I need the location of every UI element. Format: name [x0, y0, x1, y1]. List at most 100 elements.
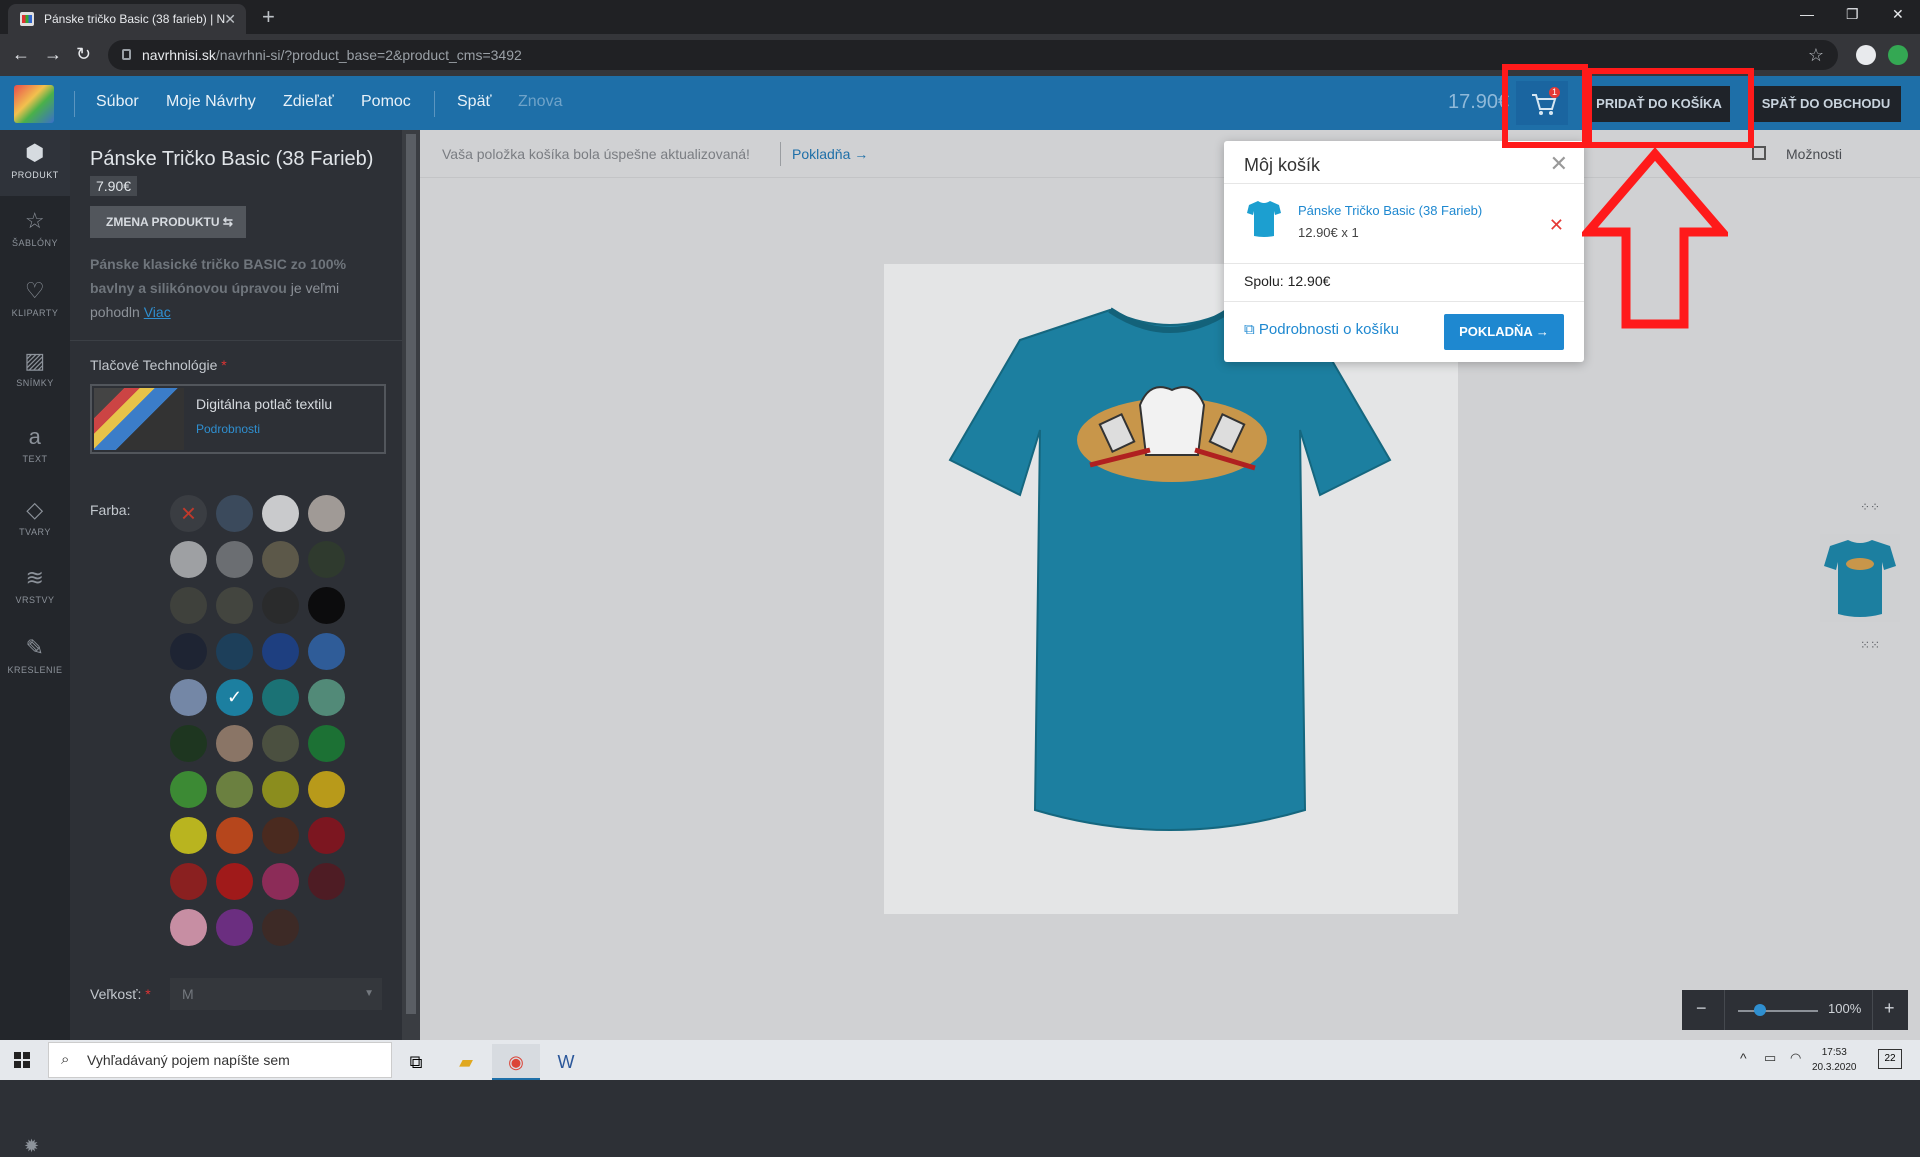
cart-details-link[interactable]: ⧉ Podrobnosti o košíku	[1244, 321, 1399, 338]
minimize-icon[interactable]: —	[1800, 6, 1814, 22]
color-swatch[interactable]	[216, 633, 253, 670]
color-swatch[interactable]	[216, 679, 253, 716]
color-swatch[interactable]	[308, 817, 345, 854]
close-icon[interactable]: ✕	[1550, 151, 1568, 177]
rail-item-layers[interactable]: ≋ VRSTVY	[0, 555, 70, 621]
color-swatch[interactable]	[308, 725, 345, 762]
tshirt-preview[interactable]	[940, 290, 1400, 900]
color-swatch[interactable]	[262, 863, 299, 900]
view-thumbnail-front[interactable]	[1820, 534, 1900, 622]
rail-item-templates[interactable]: ☆ ŠABLÓNY	[0, 198, 70, 264]
color-swatch[interactable]	[216, 541, 253, 578]
color-swatch[interactable]	[308, 863, 345, 900]
color-swatch[interactable]	[262, 725, 299, 762]
color-swatch[interactable]	[170, 771, 207, 808]
new-tab-button[interactable]: +	[262, 4, 275, 30]
color-swatch[interactable]	[262, 541, 299, 578]
back-icon[interactable]: ←	[12, 44, 30, 65]
incognito-profile-icon[interactable]	[1856, 45, 1876, 65]
color-swatch[interactable]	[216, 495, 253, 532]
site-logo[interactable]	[14, 85, 54, 123]
notifications-icon[interactable]: 22	[1878, 1049, 1902, 1069]
color-swatch[interactable]	[308, 541, 345, 578]
restore-icon[interactable]: ❐	[1846, 6, 1859, 23]
remove-item-icon[interactable]: ✕	[1549, 215, 1564, 236]
zoom-slider-handle[interactable]	[1754, 1004, 1766, 1016]
close-window-icon[interactable]: ✕	[1892, 6, 1904, 23]
color-swatch[interactable]	[216, 725, 253, 762]
color-swatch[interactable]	[170, 863, 207, 900]
close-tab-icon[interactable]: ✕	[224, 4, 236, 34]
windows-start-icon[interactable]	[14, 1052, 30, 1068]
color-swatch[interactable]	[170, 587, 207, 624]
taskbar-search-field[interactable]: ⌕ Vyhľadávaný pojem napíšte sem	[48, 1042, 392, 1078]
options-button[interactable]: Možnosti	[1786, 130, 1842, 178]
forward-icon[interactable]: →	[44, 44, 62, 65]
rail-item-shapes[interactable]: ◇ TVARY	[0, 487, 70, 553]
color-swatch[interactable]	[216, 587, 253, 624]
redo-button[interactable]: Znova	[518, 93, 562, 111]
color-swatch[interactable]	[262, 587, 299, 624]
zoom-slider[interactable]	[1738, 1010, 1818, 1012]
print-tech-details-link[interactable]: Podrobnosti	[196, 422, 260, 436]
rail-item-text[interactable]: a TEXT	[0, 414, 70, 480]
color-swatch-none[interactable]	[170, 495, 207, 532]
reload-icon[interactable]: ↻	[76, 44, 91, 65]
back-to-shop-button[interactable]: SPÄŤ DO OBCHODU	[1751, 86, 1901, 122]
color-swatch[interactable]	[308, 633, 345, 670]
zoom-out-button[interactable]: −	[1696, 998, 1707, 1019]
rail-item-images[interactable]: ▨ SNÍMKY	[0, 338, 70, 404]
color-swatch[interactable]	[308, 771, 345, 808]
thumbs-down-icon[interactable]: ⁙⁙	[1860, 638, 1880, 652]
color-swatch[interactable]	[308, 587, 345, 624]
menu-file[interactable]: Súbor	[96, 93, 139, 111]
color-swatch[interactable]	[262, 679, 299, 716]
color-swatch[interactable]	[262, 633, 299, 670]
settings-icon[interactable]: ✹	[24, 1136, 39, 1157]
color-swatch[interactable]	[170, 541, 207, 578]
print-tech-option[interactable]: Digitálna potlač textilu Podrobnosti	[90, 384, 386, 454]
task-view-icon[interactable]: ⧉	[392, 1044, 440, 1080]
color-swatch[interactable]	[170, 679, 207, 716]
color-swatch[interactable]	[262, 771, 299, 808]
chrome-icon[interactable]: ◉	[492, 1044, 540, 1080]
undo-button[interactable]: Späť	[457, 93, 491, 111]
rail-item-cliparts[interactable]: ♡ KLIPARTY	[0, 268, 70, 334]
color-swatch[interactable]	[216, 909, 253, 946]
color-swatch[interactable]	[262, 495, 299, 532]
file-explorer-icon[interactable]: ▰	[442, 1044, 490, 1080]
menu-share[interactable]: Zdieľať	[283, 93, 334, 111]
scrollbar-thumb[interactable]	[406, 134, 416, 1014]
menu-help[interactable]: Pomoc	[361, 93, 411, 111]
color-swatch[interactable]	[262, 817, 299, 854]
tray-chevron-icon[interactable]: ^	[1740, 1050, 1747, 1066]
browser-tab[interactable]: Pánske tričko Basic (38 farieb) | N ✕	[8, 4, 246, 34]
word-icon[interactable]: W	[542, 1044, 590, 1080]
color-swatch[interactable]	[170, 633, 207, 670]
color-swatch[interactable]	[170, 725, 207, 762]
color-swatch[interactable]	[170, 817, 207, 854]
color-swatch[interactable]	[216, 863, 253, 900]
clock[interactable]: 17:53 20.3.2020	[1812, 1045, 1857, 1075]
color-swatch[interactable]	[216, 771, 253, 808]
color-swatch[interactable]	[262, 909, 299, 946]
thumbs-up-icon[interactable]: ⁘⁘	[1860, 500, 1880, 514]
menu-my-designs[interactable]: Moje Návrhy	[166, 93, 256, 111]
checkout-link[interactable]: Pokladňa →	[792, 130, 868, 178]
qr-icon[interactable]	[1752, 146, 1766, 160]
checkout-button[interactable]: POKLADŇA →	[1444, 314, 1564, 350]
size-select[interactable]: M ▼	[170, 978, 382, 1010]
color-swatch[interactable]	[308, 679, 345, 716]
rail-item-product[interactable]: ⬢ PRODUKT	[0, 130, 70, 196]
cart-item-name[interactable]: Pánske Tričko Basic (38 Farieb)	[1298, 203, 1482, 218]
more-link[interactable]: Viac	[144, 304, 171, 320]
wifi-icon[interactable]: ◠	[1790, 1050, 1801, 1066]
bookmark-star-icon[interactable]: ☆	[1808, 40, 1824, 70]
zoom-in-button[interactable]: +	[1884, 998, 1895, 1019]
extension-icon[interactable]	[1888, 45, 1908, 65]
color-swatch[interactable]	[216, 817, 253, 854]
color-swatch[interactable]	[170, 909, 207, 946]
panel-scrollbar[interactable]	[402, 130, 420, 1040]
battery-icon[interactable]: ▭	[1764, 1050, 1776, 1066]
rail-item-drawing[interactable]: ✎ KRESLENIE	[0, 625, 70, 691]
